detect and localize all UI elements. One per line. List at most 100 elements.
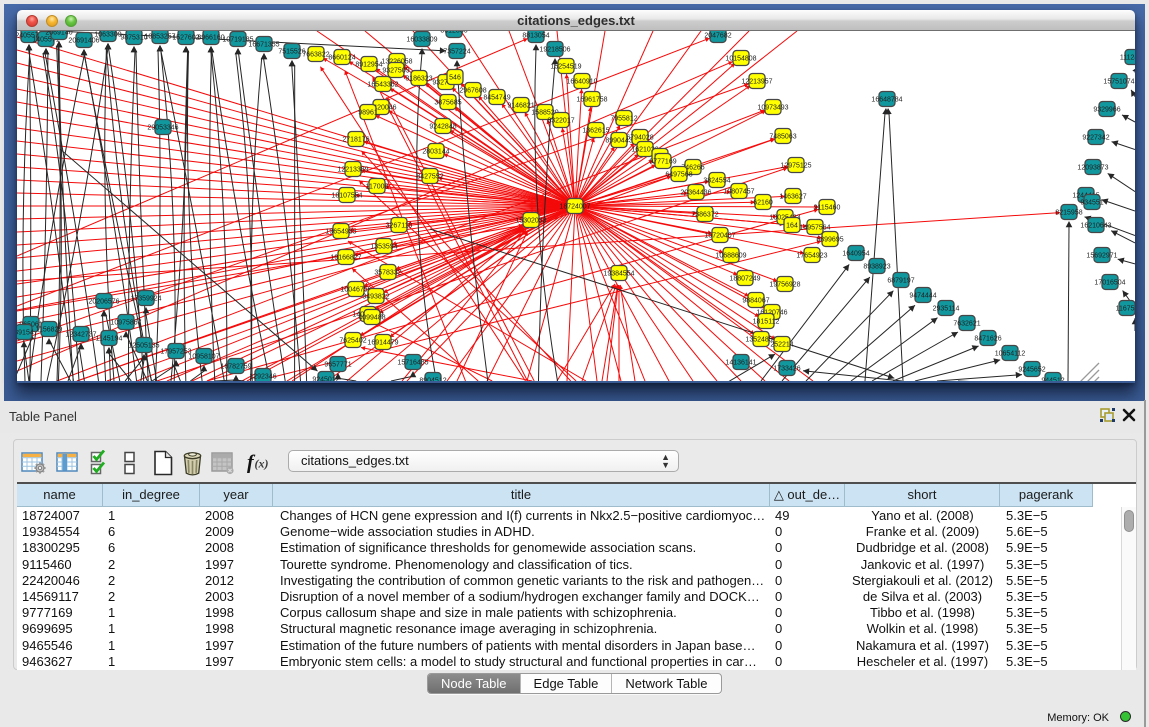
svg-text:1145194: 1145194	[96, 336, 123, 343]
svg-text:18724007: 18724007	[559, 204, 590, 211]
svg-text:10853257: 10853257	[144, 34, 175, 41]
svg-text:16033809: 16033809	[406, 37, 437, 44]
svg-text:19654935: 19654935	[325, 229, 356, 236]
svg-text:9777169: 9777169	[649, 159, 676, 166]
svg-text:8215958: 8215958	[1055, 210, 1082, 217]
svg-text:10958107: 10958107	[188, 354, 219, 361]
svg-text:17957253: 17957253	[160, 349, 191, 356]
svg-text:9146821: 9146821	[507, 103, 534, 110]
svg-text:18807249: 18807249	[729, 276, 760, 283]
svg-text:8966160: 8966160	[197, 35, 224, 42]
svg-text:164: 164	[786, 223, 798, 230]
svg-text:16210643: 16210643	[1080, 223, 1111, 230]
svg-text:14957564: 14957564	[799, 225, 830, 232]
svg-text:17016504: 17016504	[1094, 280, 1125, 287]
svg-text:1156829: 1156829	[36, 327, 63, 334]
svg-text:2803144: 2803144	[422, 149, 449, 156]
svg-text:9245652: 9245652	[1018, 367, 1045, 374]
svg-text:1112453: 1112453	[1120, 55, 1135, 62]
svg-text:9657771: 9657771	[324, 362, 351, 369]
svg-text:19384554: 19384554	[603, 271, 634, 278]
svg-text:4099488: 4099488	[358, 315, 385, 322]
svg-text:8427552: 8427552	[416, 174, 443, 181]
svg-text:9884067: 9884067	[742, 298, 769, 305]
svg-text:934551: 934551	[1080, 200, 1103, 207]
svg-text:10973493: 10973493	[757, 105, 788, 112]
svg-text:7632621: 7632621	[953, 321, 980, 328]
svg-text:8660124: 8660124	[328, 55, 355, 62]
svg-text:17654923: 17654923	[796, 253, 827, 260]
svg-text:19166827: 19166827	[330, 255, 361, 262]
svg-text:1353594: 1353594	[370, 244, 397, 251]
svg-text:10154808: 10154808	[725, 56, 756, 63]
svg-text:16543362: 16543362	[367, 82, 398, 89]
svg-text:15302033: 15302033	[515, 218, 546, 225]
svg-text:9329966: 9329966	[1093, 107, 1120, 114]
svg-text:8912954: 8912954	[355, 62, 382, 69]
svg-text:15751074: 15751074	[1103, 79, 1134, 86]
svg-text:117008: 117008	[366, 184, 389, 191]
svg-text:10688609: 10688609	[715, 253, 746, 260]
svg-text:16961758: 16961758	[576, 97, 607, 104]
svg-text:3267110: 3267110	[386, 223, 413, 230]
svg-text:3875685: 3875685	[434, 100, 461, 107]
svg-text:1527602: 1527602	[172, 35, 199, 42]
svg-text:8912335: 8912335	[440, 31, 467, 35]
svg-text:9327509: 9327509	[382, 68, 409, 75]
svg-text:3578332: 3578332	[374, 270, 401, 277]
svg-text:8938923: 8938923	[863, 264, 890, 271]
svg-text:10046756: 10046756	[340, 287, 371, 294]
svg-text:8471626: 8471626	[974, 336, 1001, 343]
svg-text:16648784: 16648784	[871, 97, 902, 104]
svg-text:546: 546	[449, 75, 461, 82]
svg-text:9115460: 9115460	[814, 205, 841, 212]
svg-text:12213957: 12213957	[741, 79, 772, 86]
svg-text:8813054: 8813054	[522, 33, 549, 40]
svg-text:17359924: 17359924	[130, 296, 161, 303]
svg-text:29053346: 29053346	[147, 125, 178, 132]
svg-text:1463627: 1463627	[779, 194, 806, 201]
svg-text:2069140: 2069140	[45, 31, 72, 37]
svg-text:2718176: 2718176	[342, 137, 369, 144]
svg-text:12505135: 12505135	[128, 343, 159, 350]
svg-text:7955812: 7955812	[610, 116, 637, 123]
svg-text:116753: 116753	[1116, 306, 1135, 313]
svg-text:19756928: 19756928	[769, 282, 800, 289]
svg-text:14136141: 14136141	[725, 360, 756, 367]
svg-text:19218506: 19218506	[539, 47, 570, 54]
svg-text:944512: 944512	[1041, 378, 1064, 382]
svg-text:9227342: 9227342	[1082, 135, 1109, 142]
svg-text:7663822: 7663822	[302, 52, 329, 59]
svg-text:1292346: 1292346	[249, 374, 276, 381]
svg-text:1362615: 1362615	[582, 128, 609, 135]
svg-text:8454749: 8454749	[483, 95, 510, 102]
svg-text:6879197: 6879197	[887, 278, 914, 285]
svg-text:39154: 39154	[17, 330, 34, 337]
svg-text:15692971: 15692971	[1086, 253, 1117, 260]
svg-text:7625402: 7625402	[339, 338, 366, 345]
svg-text:7386372: 7386372	[691, 212, 718, 219]
svg-text:7357224: 7357224	[443, 49, 470, 56]
svg-text:252214: 252214	[770, 342, 793, 349]
svg-text:12093873: 12093873	[1077, 165, 1108, 172]
svg-text:20691406: 20691406	[68, 38, 99, 45]
svg-text:15720407: 15720407	[704, 233, 735, 240]
svg-text:20206576: 20206576	[88, 299, 119, 306]
svg-text:8322017: 8322017	[547, 118, 574, 125]
svg-text:(x): (x)	[255, 457, 269, 471]
svg-text:1815112: 1815112	[753, 319, 780, 326]
svg-text:16640910: 16640910	[566, 79, 597, 86]
svg-text:9242848: 9242848	[429, 124, 456, 131]
svg-text:98961: 98961	[358, 110, 378, 117]
svg-text:62160: 62160	[753, 200, 773, 207]
svg-text:8904512: 8904512	[419, 378, 446, 382]
svg-text:6899695: 6899695	[816, 237, 843, 244]
svg-text:15716485: 15716485	[397, 360, 428, 367]
svg-text:6794028: 6794028	[626, 135, 653, 142]
svg-text:15254519: 15254519	[550, 64, 581, 71]
svg-text:2047682: 2047682	[704, 33, 731, 40]
svg-text:16671355: 16671355	[248, 42, 279, 49]
svg-text:12342737: 12342737	[65, 332, 96, 339]
svg-text:12213389: 12213389	[337, 167, 368, 174]
svg-text:3824554: 3824554	[703, 178, 730, 185]
